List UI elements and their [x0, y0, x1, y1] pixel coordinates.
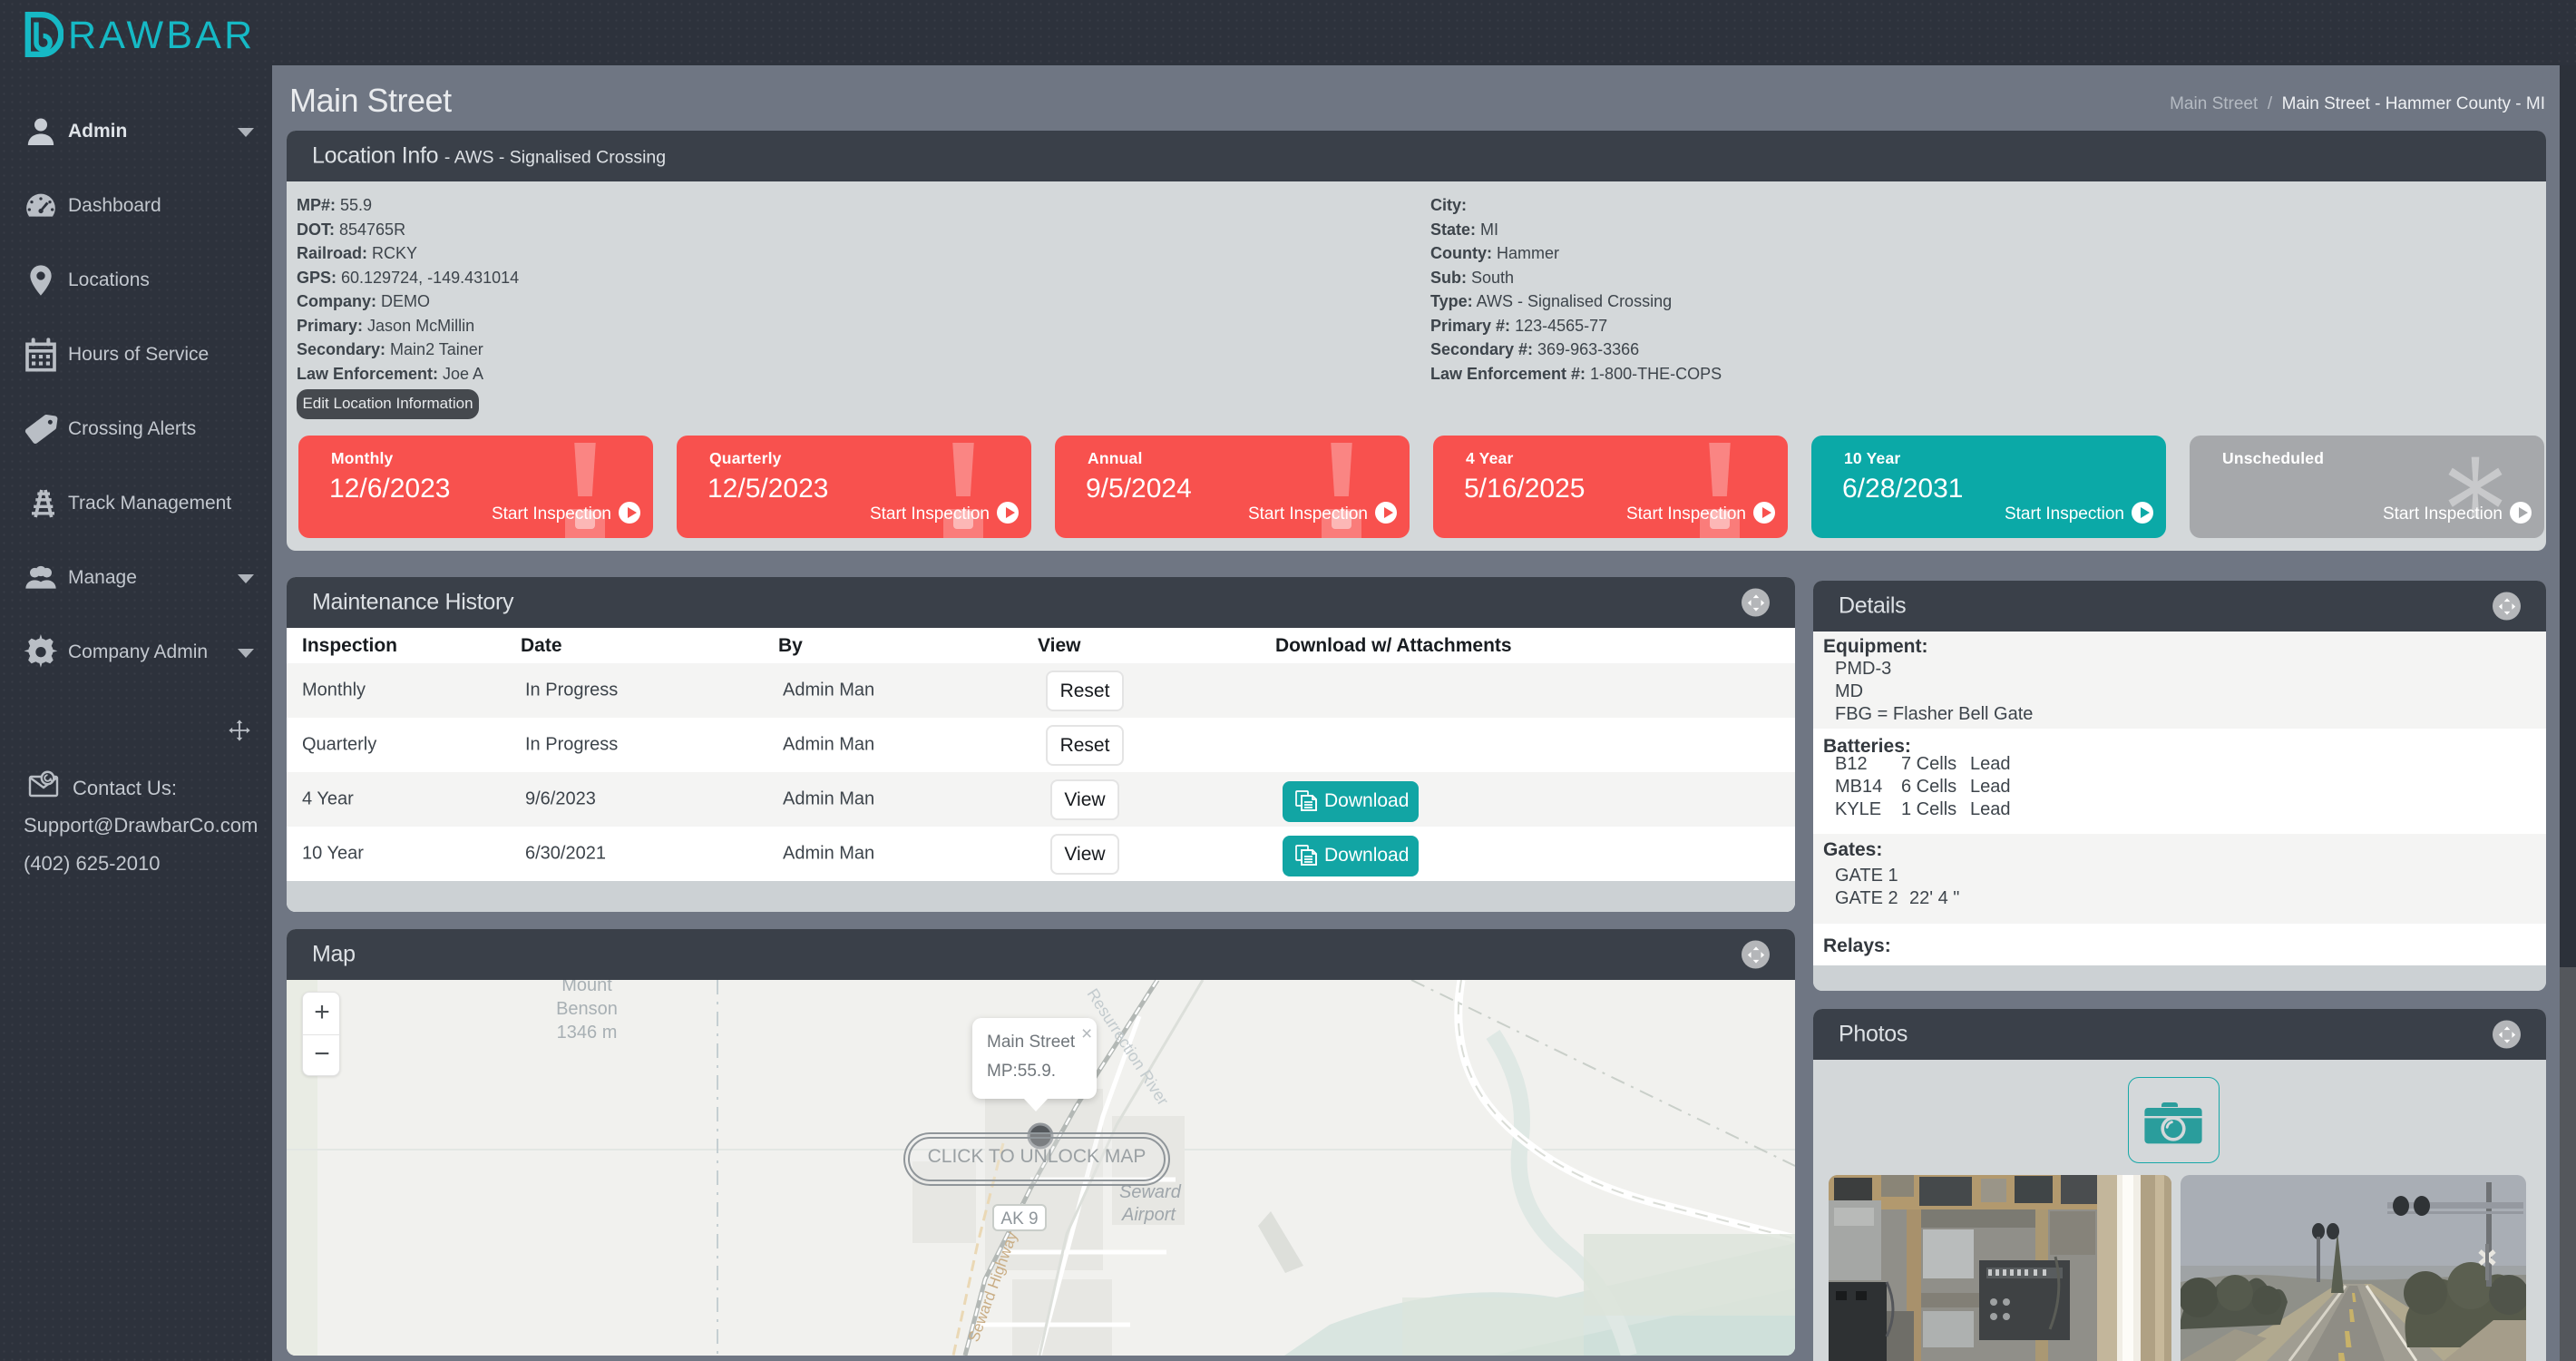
svg-text:Airport: Airport: [1121, 1205, 1176, 1225]
svg-text:Benson: Benson: [556, 999, 618, 1019]
svg-text:1346 m: 1346 m: [557, 1023, 618, 1043]
svg-text:Mount: Mount: [561, 980, 612, 995]
svg-text:AK 9: AK 9: [1000, 1209, 1038, 1229]
